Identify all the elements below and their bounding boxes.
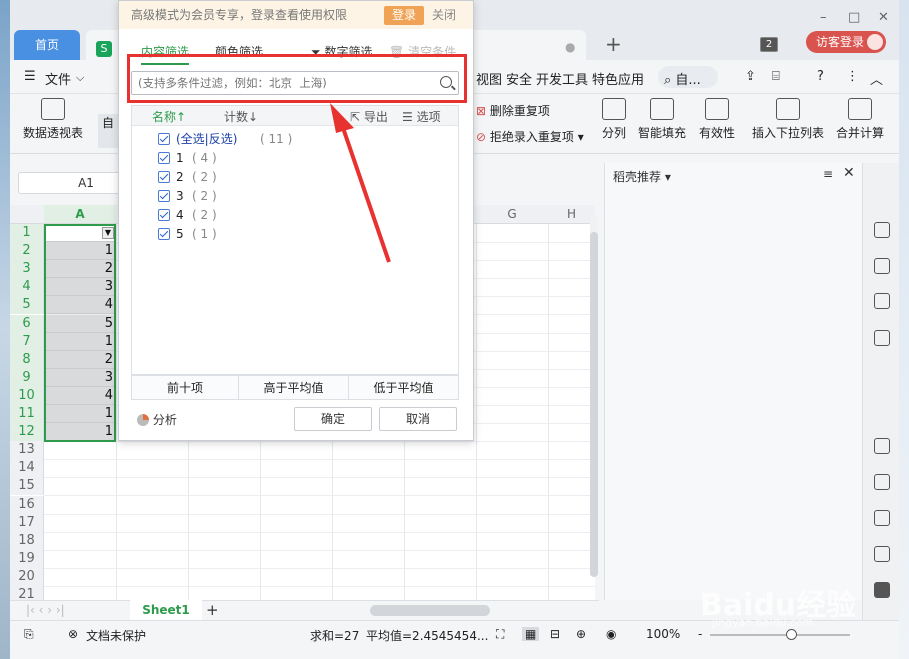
annotation-arrow <box>330 103 391 263</box>
watermark-url: jingyan.baidu.com <box>712 616 814 629</box>
